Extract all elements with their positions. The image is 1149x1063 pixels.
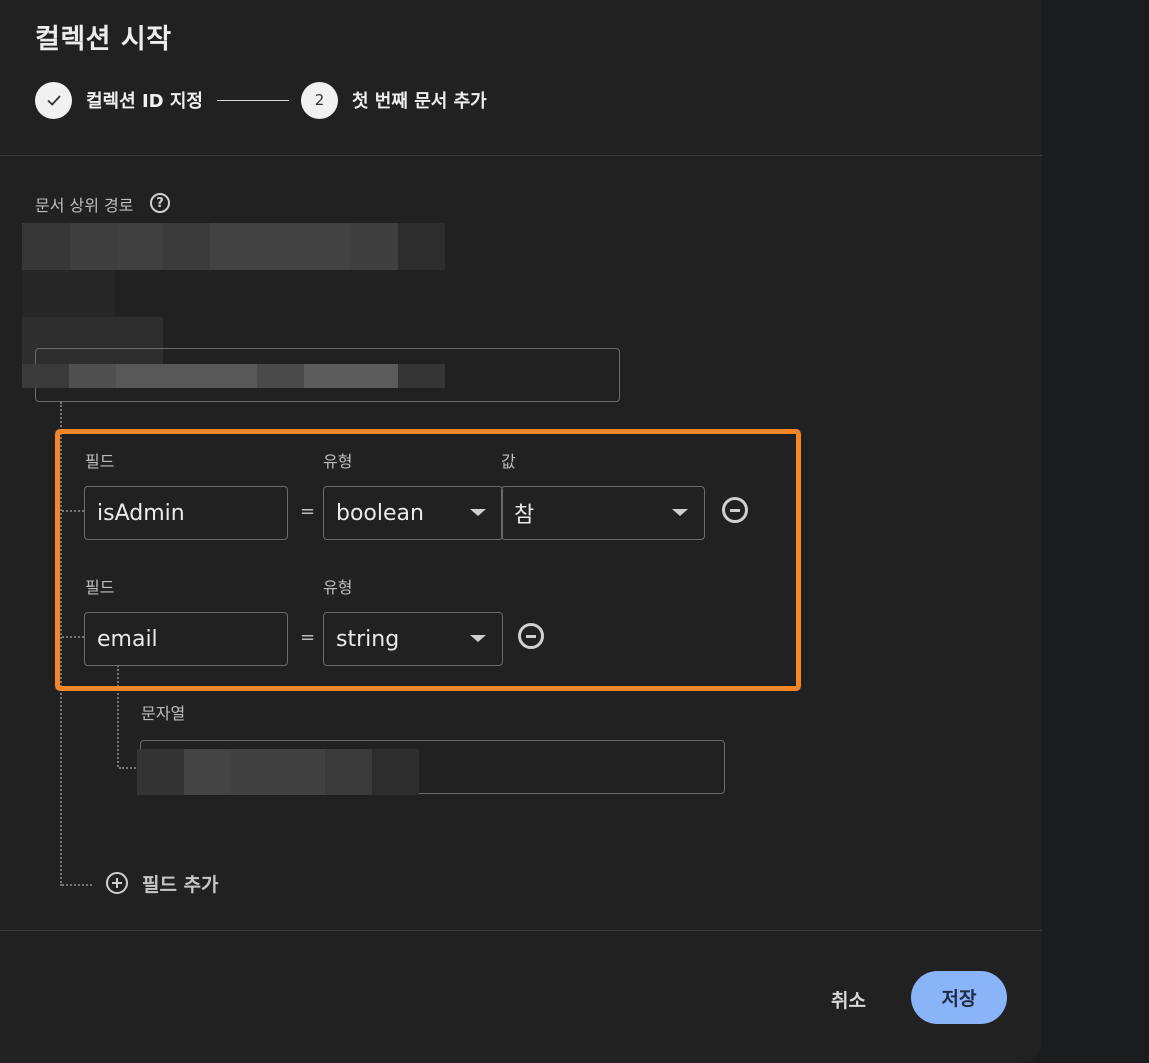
step-1-label: 컬렉션 ID 지정 — [86, 91, 203, 112]
step-2-number: 2 — [300, 81, 338, 119]
dialog-title: 컬렉션 시작 — [35, 24, 172, 55]
save-button[interactable]: 저장 — [911, 971, 1007, 1024]
step-connector — [216, 99, 289, 101]
tree-branch — [62, 884, 92, 886]
help-icon[interactable]: ? — [150, 193, 170, 213]
header-divider — [0, 155, 1042, 156]
string-value-label: 문자열 — [141, 704, 186, 723]
footer-divider — [0, 930, 1042, 931]
add-field-icon[interactable] — [106, 872, 128, 894]
page-backdrop — [1042, 0, 1149, 1063]
redacted-string-value — [137, 749, 419, 795]
redacted-path — [22, 223, 445, 270]
step-1-check-icon — [35, 81, 72, 119]
check-icon — [46, 95, 61, 106]
step-2-label: 첫 번째 문서 추가 — [351, 91, 487, 112]
highlight-annotation — [55, 429, 801, 691]
parent-path-label: 문서 상위 경로 — [35, 196, 134, 215]
redacted-document-id — [22, 364, 445, 388]
stepper: 컬렉션 ID 지정 2 첫 번째 문서 추가 — [35, 81, 487, 119]
cancel-button[interactable]: 취소 — [831, 986, 866, 1013]
add-field-button[interactable]: 필드 추가 — [142, 870, 219, 897]
redacted-block — [22, 270, 115, 317]
tree-branch-nested — [119, 767, 139, 769]
